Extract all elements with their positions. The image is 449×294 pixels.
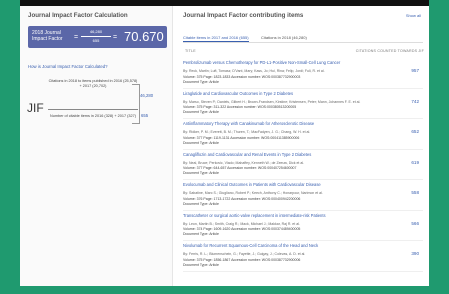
item-authors: By: Ridker, P. M.; Everett, B. M.; Thure…	[183, 130, 311, 134]
item-title-link[interactable]: Liraglutide and Cardiovascular Outcomes …	[183, 91, 383, 96]
show-all-link[interactable]: Show all	[406, 13, 421, 18]
item-authors: By: Leon, Martin B.; Smith, Craig R.; Ma…	[183, 221, 300, 226]
item-citation-count[interactable]: 957	[411, 68, 419, 73]
column-header-citations: CITATIONS COUNTED TOWARDS JIF	[355, 49, 424, 53]
jif-calculation-panel: Journal Impact Factor Calculation 2018 J…	[20, 6, 173, 286]
item-doctype: Document Type: Article	[183, 79, 219, 84]
jif-summary-box: 2018 Journal Impact Factor = 46,280 655 …	[28, 26, 167, 48]
jif-box-numerator: 46,280	[89, 29, 103, 34]
item-title-link[interactable]: Nivolumab for Recurrent Squamous-Cell Ca…	[183, 243, 383, 248]
side-numerator-link[interactable]: 46,280	[140, 93, 153, 98]
item-title-link[interactable]: Evolocumab and Clinical Outcomes in Pati…	[183, 182, 383, 187]
calc-numerator: Citations in 2018 to items published in …	[48, 79, 138, 88]
item-citation-count[interactable]: 652	[411, 129, 419, 134]
item-title-link[interactable]: Canagliflozin and Cardiovascular and Ren…	[183, 152, 383, 157]
item-meta: Volume: 376 Page: 1713-1722 Accession nu…	[183, 196, 301, 201]
right-border	[429, 0, 449, 294]
item-meta: Volume: 375 Page: 1823-1833 Accession nu…	[183, 74, 301, 79]
jif-fraction: 46,280 655	[81, 28, 111, 45]
jif-page: Journal Impact Factor Calculation 2018 J…	[20, 6, 429, 286]
item-doctype: Document Type: Article	[183, 140, 219, 145]
item-doctype: Document Type: Article	[183, 171, 219, 175]
equals-sign-2: =	[113, 34, 118, 41]
list-item: Pembrolizumab versus Chemotherapy for PD…	[183, 58, 423, 89]
item-title-link[interactable]: Transcatheter or surgical aortic-valve r…	[183, 213, 383, 218]
left-border	[0, 0, 20, 294]
item-authors: By: Sabatine, Marc S.; Giugliano, Robert…	[183, 191, 323, 195]
item-authors: By: Neal, Bruce; Perkovic, Vlado; Mahaff…	[183, 160, 305, 165]
list-item: Liraglutide and Cardiovascular Outcomes …	[183, 89, 423, 119]
item-doctype: Document Type: Article	[183, 110, 219, 114]
calc-bracket	[132, 84, 140, 124]
item-authors: By: Ferris, R. L.; Blumenschein, G.; Fay…	[183, 252, 306, 256]
item-doctype: Document Type: Article	[183, 262, 219, 267]
item-meta: Volume: 375 Page: 1856-1867 Accession nu…	[183, 257, 301, 262]
tab-bar: Citable items in 2017 and 2016 (655) Cit…	[183, 34, 423, 43]
item-authors: By: Marso, Steven P.; Daniels, Gilbert H…	[183, 99, 361, 104]
jif-box-label: 2018 Journal Impact Factor	[32, 30, 63, 42]
item-citation-count[interactable]: 742	[411, 99, 419, 104]
item-citation-count[interactable]: 558	[411, 190, 419, 195]
calculation-title: Journal Impact Factor Calculation	[28, 12, 128, 19]
calc-denominator: Number of citable items in 2016 (328) + …	[49, 114, 136, 118]
list-item: Antiinflammatory Therapy with Canakinuma…	[183, 119, 423, 150]
item-meta: Volume: 374 Page: 1609-1620 Accession nu…	[183, 227, 301, 231]
jif-label: JIF	[27, 101, 44, 115]
jif-box-denominator: 655	[92, 38, 100, 43]
item-authors: By: Reck, Martin; Luft, Tomasz; D'Vant, …	[183, 69, 325, 73]
side-denominator-link[interactable]: 655	[141, 113, 148, 118]
jif-calculation: Citations in 2018 to items published in …	[48, 79, 138, 119]
column-header-title: TITLE	[185, 49, 196, 53]
list-item: Nivolumab for Recurrent Squamous-Cell Ca…	[183, 241, 423, 272]
tab-citable-items[interactable]: Citable items in 2017 and 2016 (655)	[183, 35, 249, 42]
item-meta: Volume: 377 Page: 1119-1131 Accession nu…	[183, 135, 300, 140]
equals-sign: =	[74, 34, 79, 41]
list-item: Canagliflozin and Cardiovascular and Ren…	[183, 150, 423, 180]
how-calculated-link[interactable]: How is Journal Impact Factor Calculated?	[28, 64, 108, 69]
contributing-items-panel: Journal Impact Factor contributing items…	[175, 6, 429, 286]
item-meta: Volume: 375 Page: 311-322 Accession numb…	[183, 105, 297, 109]
list-item: Transcatheter or surgical aortic-valve r…	[183, 211, 423, 241]
item-title-link[interactable]: Pembrolizumab versus Chemotherapy for PD…	[183, 60, 383, 65]
item-citation-count[interactable]: 619	[411, 160, 419, 165]
item-citation-count[interactable]: 566	[411, 221, 419, 226]
calc-divider	[48, 109, 138, 110]
item-citation-count[interactable]: 390	[411, 251, 419, 256]
item-meta: Volume: 377 Page: 644-657 Accession numb…	[183, 166, 297, 170]
item-title-link[interactable]: Antiinflammatory Therapy with Canakinuma…	[183, 121, 383, 126]
tab-citations[interactable]: Citations in 2018 (46,280)	[261, 35, 307, 40]
item-doctype: Document Type: Article	[183, 232, 219, 236]
contributing-items-title: Journal Impact Factor contributing items	[183, 12, 304, 19]
contributing-items-list: Pembrolizumab versus Chemotherapy for PD…	[183, 58, 423, 272]
list-item: Evolocumab and Clinical Outcomes in Pati…	[183, 180, 423, 211]
item-doctype: Document Type: Article	[183, 201, 219, 206]
bottom-border	[0, 286, 449, 294]
jif-value: 70.670	[124, 29, 164, 44]
